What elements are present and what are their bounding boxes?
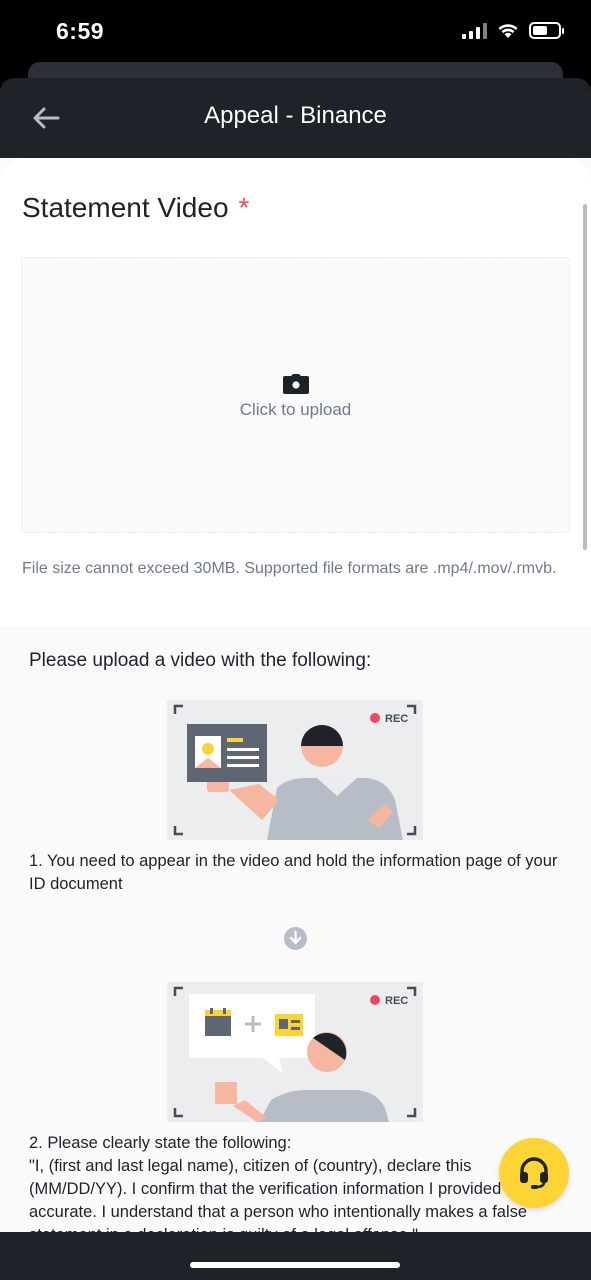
content-area[interactable]: Statement Video * Click to upload File si… bbox=[0, 158, 591, 1232]
id-hold-illustration: REC bbox=[167, 700, 423, 840]
status-bar: 6:59 bbox=[0, 0, 591, 64]
home-indicator[interactable] bbox=[190, 1262, 400, 1268]
arrow-down-circle-icon bbox=[284, 927, 307, 950]
rec-label-1: REC bbox=[385, 713, 408, 725]
instructions-title: Please upload a video with the following… bbox=[29, 650, 372, 671]
step-1-text: 1. You need to appear in the video and h… bbox=[29, 852, 558, 893]
scrollbar[interactable] bbox=[583, 204, 587, 550]
page-title: Appeal - Binance bbox=[204, 102, 387, 129]
support-button[interactable] bbox=[499, 1138, 569, 1208]
status-time: 6:59 bbox=[56, 18, 105, 44]
headset-icon bbox=[520, 1157, 548, 1189]
required-mark: * bbox=[238, 192, 250, 223]
header-bar: Appeal - Binance bbox=[0, 78, 591, 158]
step-2-heading: 2. Please clearly state the following: bbox=[29, 1134, 292, 1152]
battery-icon bbox=[529, 22, 564, 39]
section-title-text: Statement Video bbox=[22, 192, 229, 223]
upload-card: Statement Video * Click to upload File si… bbox=[0, 158, 591, 626]
status-icons bbox=[462, 22, 564, 39]
statement-illustration: REC bbox=[167, 982, 423, 1122]
file-size-hint: File size cannot exceed 30MB. Supported … bbox=[22, 560, 557, 577]
upload-label: Click to upload bbox=[239, 400, 352, 419]
section-title: Statement Video * bbox=[22, 192, 249, 224]
statement-graphic: REC bbox=[173, 986, 417, 1122]
cellular-signal-icon bbox=[462, 22, 487, 39]
video-upload-dropzone[interactable]: Click to upload bbox=[21, 257, 570, 533]
rec-label-2: REC bbox=[385, 995, 408, 1007]
id-hold-graphic: REC bbox=[173, 704, 417, 840]
step-2-quote: "I, (first and last legal name), citizen… bbox=[29, 1157, 528, 1232]
bottom-bar bbox=[0, 1232, 591, 1280]
upload-prompt: Click to upload bbox=[22, 374, 569, 420]
camera-icon bbox=[282, 374, 309, 394]
wifi-icon bbox=[498, 24, 518, 38]
